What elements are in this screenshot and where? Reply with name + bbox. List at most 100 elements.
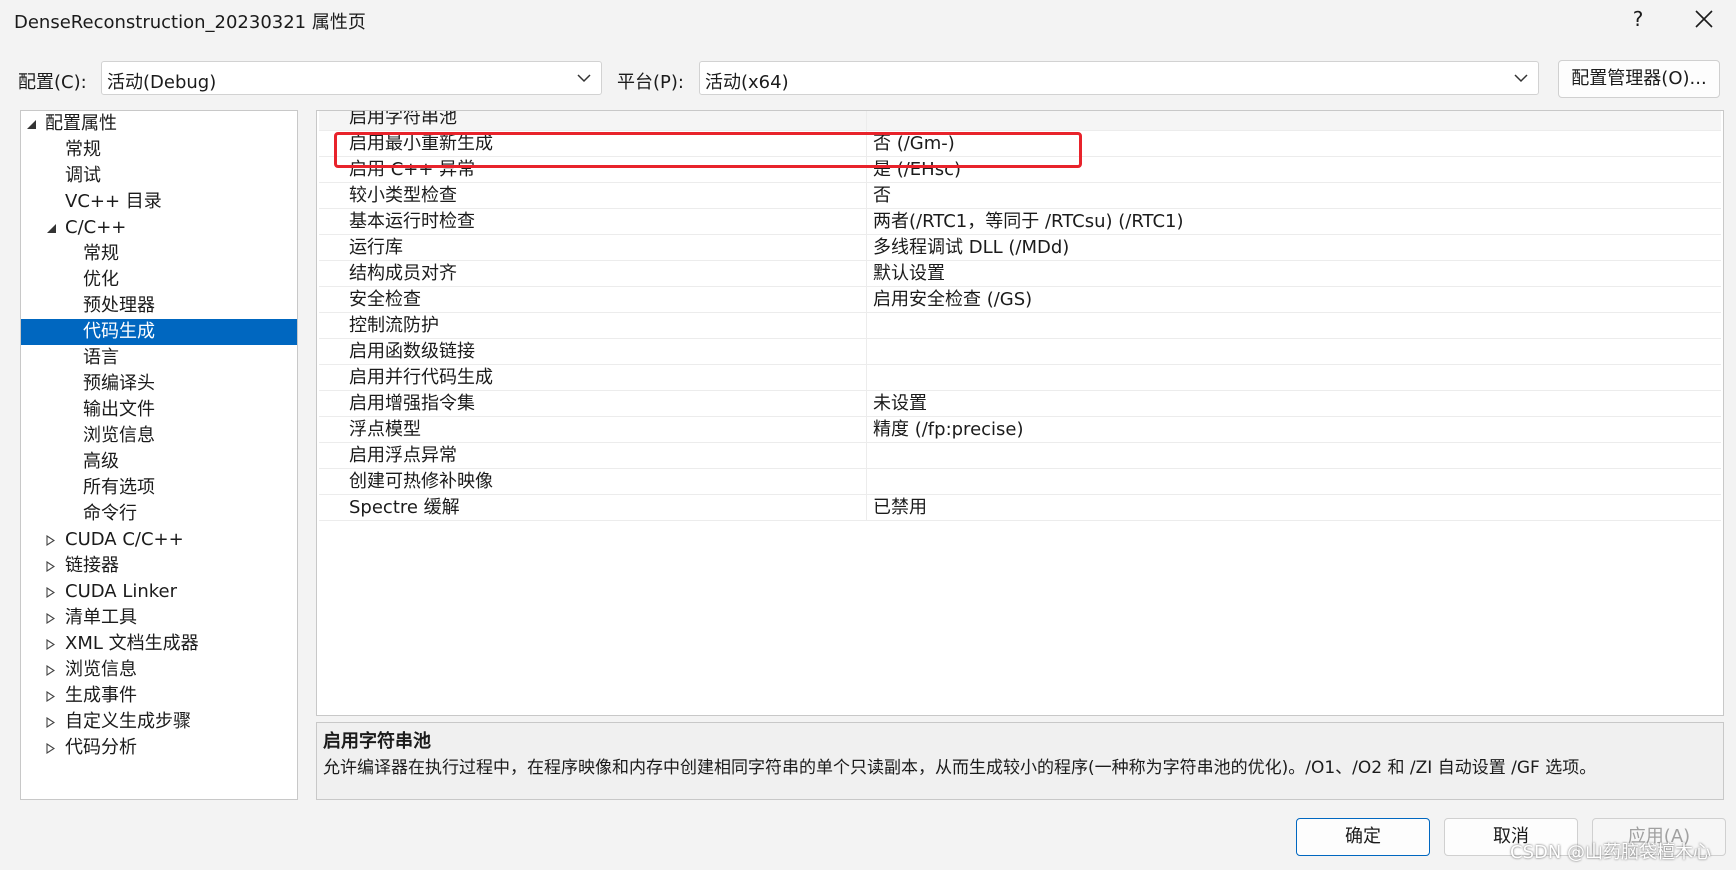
- tree-item-label: 常规: [65, 139, 101, 160]
- tree-item-label: 清单工具: [65, 607, 137, 628]
- collapsed-triangle-icon[interactable]: [45, 657, 59, 683]
- tree-item[interactable]: 所有选项: [21, 475, 297, 501]
- platform-dropdown[interactable]: 活动(x64): [699, 61, 1539, 95]
- tree-item[interactable]: 预编译头: [21, 371, 297, 397]
- tree-item[interactable]: 常规: [21, 137, 297, 163]
- property-row[interactable]: 运行库 多线程调试 DLL (/MDd): [319, 235, 1721, 261]
- tree-item[interactable]: 清单工具: [21, 605, 297, 631]
- property-row[interactable]: 启用字符串池: [319, 111, 1721, 131]
- collapsed-triangle-icon[interactable]: [45, 527, 59, 553]
- tree-item[interactable]: VC++ 目录: [21, 189, 297, 215]
- configuration-manager-button[interactable]: 配置管理器(O)...: [1558, 60, 1720, 98]
- tree-item[interactable]: 生成事件: [21, 683, 297, 709]
- property-value[interactable]: 否 (/Gm-): [869, 131, 1719, 157]
- property-name: 较小类型检查: [319, 183, 867, 209]
- tree-item[interactable]: CUDA C/C++: [21, 527, 297, 553]
- tree-item[interactable]: C/C++: [21, 215, 297, 241]
- collapsed-triangle-icon[interactable]: [45, 579, 59, 605]
- property-name: 启用浮点异常: [319, 443, 867, 469]
- tree-item[interactable]: 优化: [21, 267, 297, 293]
- property-value[interactable]: [869, 443, 1719, 469]
- collapsed-triangle-icon[interactable]: [45, 709, 59, 735]
- tree-item[interactable]: 代码分析: [21, 735, 297, 761]
- tree-item-label: 代码生成: [83, 321, 155, 342]
- property-grid[interactable]: 启用字符串池 启用最小重新生成否 (/Gm-) 启用 C++ 异常是 (/EHsc)…: [316, 110, 1724, 716]
- platform-value: 活动(x64): [705, 72, 789, 93]
- tree-item[interactable]: 命令行: [21, 501, 297, 527]
- property-row[interactable]: 启用并行代码生成: [319, 365, 1721, 391]
- help-button[interactable]: ?: [1620, 4, 1656, 34]
- property-row[interactable]: 基本运行时检查 两者(/RTC1，等同于 /RTCsu) (/RTC1): [319, 209, 1721, 235]
- tree-item[interactable]: 高级: [21, 449, 297, 475]
- property-row[interactable]: Spectre 缓解 已禁用: [319, 495, 1721, 521]
- platform-label: 平台(P):: [617, 72, 684, 93]
- tree-item-label: 命令行: [83, 503, 137, 524]
- expanded-triangle-icon[interactable]: [45, 215, 59, 241]
- close-button[interactable]: [1686, 4, 1722, 34]
- property-value[interactable]: 否: [869, 183, 1719, 209]
- tree-item-label: 所有选项: [83, 477, 155, 498]
- tree-item[interactable]: 输出文件: [21, 397, 297, 423]
- property-tree[interactable]: 配置属性 常规 调试 VC++ 目录 C/C++ 常规 优化 预处理器 代码生成 语言 预编译头 输出…: [20, 110, 298, 800]
- collapsed-triangle-icon[interactable]: [45, 735, 59, 761]
- property-value[interactable]: 多线程调试 DLL (/MDd): [869, 235, 1719, 261]
- property-name: 安全检查: [319, 287, 867, 313]
- expanded-triangle-icon[interactable]: [25, 111, 39, 137]
- property-value[interactable]: [869, 111, 1719, 131]
- property-value[interactable]: [869, 365, 1719, 391]
- property-row[interactable]: 启用最小重新生成否 (/Gm-): [319, 131, 1721, 157]
- tree-item[interactable]: 代码生成: [21, 319, 297, 345]
- property-row[interactable]: 启用 C++ 异常是 (/EHsc): [319, 157, 1721, 183]
- collapsed-triangle-icon[interactable]: [45, 683, 59, 709]
- property-name: 启用函数级链接: [319, 339, 867, 365]
- property-row[interactable]: 较小类型检查否: [319, 183, 1721, 209]
- tree-item-label: 高级: [83, 451, 119, 472]
- description-title: 启用字符串池: [323, 731, 431, 752]
- tree-item-label: 配置属性: [45, 113, 117, 134]
- tree-item[interactable]: XML 文档生成器: [21, 631, 297, 657]
- property-value[interactable]: [869, 469, 1719, 495]
- ok-button[interactable]: 确定: [1296, 818, 1430, 856]
- tree-item[interactable]: 浏览信息: [21, 423, 297, 449]
- property-name: 结构成员对齐: [319, 261, 867, 287]
- collapsed-triangle-icon[interactable]: [45, 631, 59, 657]
- property-value[interactable]: 启用安全检查 (/GS): [869, 287, 1719, 313]
- tree-item[interactable]: 自定义生成步骤: [21, 709, 297, 735]
- tree-item[interactable]: 链接器: [21, 553, 297, 579]
- property-value[interactable]: 精度 (/fp:precise): [869, 417, 1719, 443]
- description-text: 允许编译器在执行过程中，在程序映像和内存中创建相同字符串的单个只读副本，从而生成…: [323, 758, 1597, 778]
- property-value[interactable]: 默认设置: [869, 261, 1719, 287]
- property-row[interactable]: 控制流防护: [319, 313, 1721, 339]
- chevron-down-icon: [577, 74, 591, 83]
- tree-item[interactable]: 预处理器: [21, 293, 297, 319]
- property-value[interactable]: 未设置: [869, 391, 1719, 417]
- property-value[interactable]: [869, 313, 1719, 339]
- tree-item[interactable]: 配置属性: [21, 111, 297, 137]
- collapsed-triangle-icon[interactable]: [45, 605, 59, 631]
- property-row[interactable]: 结构成员对齐 默认设置: [319, 261, 1721, 287]
- tree-item[interactable]: 语言: [21, 345, 297, 371]
- property-row[interactable]: 安全检查 启用安全检查 (/GS): [319, 287, 1721, 313]
- tree-item[interactable]: 常规: [21, 241, 297, 267]
- tree-item-label: VC++ 目录: [65, 191, 162, 212]
- property-value[interactable]: 两者(/RTC1，等同于 /RTCsu) (/RTC1): [869, 209, 1719, 235]
- property-row[interactable]: 启用增强指令集 未设置: [319, 391, 1721, 417]
- tree-item[interactable]: 浏览信息: [21, 657, 297, 683]
- property-row[interactable]: 创建可热修补映像: [319, 469, 1721, 495]
- tree-item-label: 浏览信息: [83, 425, 155, 446]
- property-value[interactable]: 是 (/EHsc): [869, 157, 1719, 183]
- collapsed-triangle-icon[interactable]: [45, 553, 59, 579]
- tree-item[interactable]: CUDA Linker: [21, 579, 297, 605]
- property-row[interactable]: 启用浮点异常: [319, 443, 1721, 469]
- tree-item-label: 浏览信息: [65, 659, 137, 680]
- config-value: 活动(Debug): [107, 72, 217, 93]
- property-row[interactable]: 浮点模型 精度 (/fp:precise): [319, 417, 1721, 443]
- property-name: 启用字符串池: [319, 111, 867, 131]
- tree-item-label: CUDA Linker: [65, 581, 178, 602]
- tree-item[interactable]: 调试: [21, 163, 297, 189]
- config-dropdown[interactable]: 活动(Debug): [101, 61, 602, 95]
- property-row[interactable]: 启用函数级链接: [319, 339, 1721, 365]
- property-value[interactable]: [869, 339, 1719, 365]
- property-value[interactable]: 已禁用: [869, 495, 1719, 521]
- property-name: 基本运行时检查: [319, 209, 867, 235]
